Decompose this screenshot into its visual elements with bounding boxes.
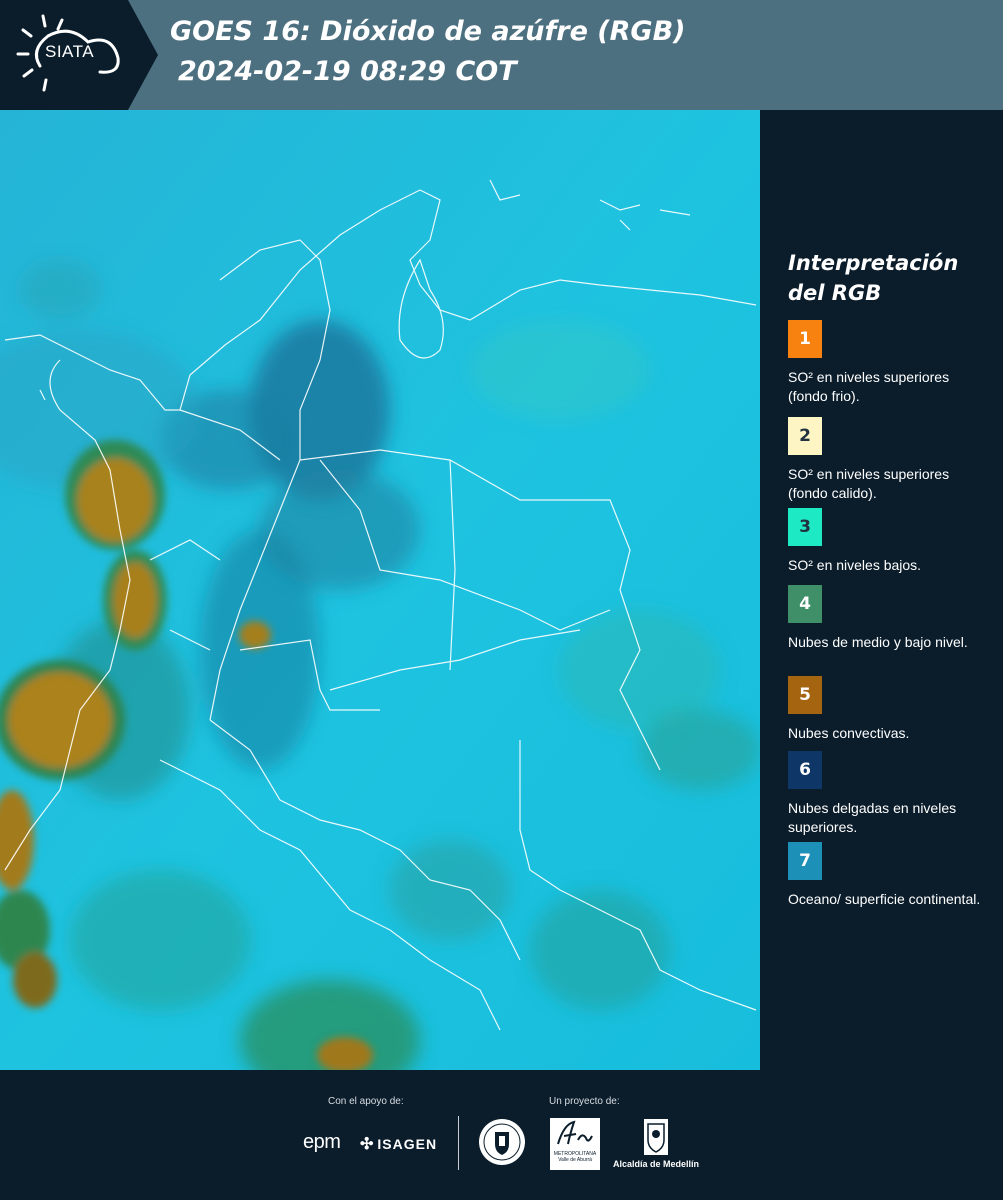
legend-swatch-3: 3 [788, 508, 822, 546]
legend-item-3: 3 SO² en niveles bajos. [788, 508, 988, 575]
legend-title-line1: Interpretación [788, 251, 959, 275]
legend-item-1: 1 SO² en niveles superiores (fondo frio)… [788, 320, 988, 406]
legend-desc-6: Nubes delgadas en niveles superiores. [788, 800, 957, 835]
legend-swatch-2: 2 [788, 417, 822, 455]
legend-title: Interpretación del RGB [788, 248, 988, 308]
legend-desc-2: SO² en niveles superiores (fondo calido)… [788, 466, 950, 501]
isagen-logo: ✣ ISAGEN [360, 1134, 437, 1154]
legend-swatch-7: 7 [788, 842, 822, 880]
area-metropolitana-text: METROPOLITANA Valle de Aburrá [551, 1151, 599, 1163]
epm-logo: epm [303, 1131, 341, 1153]
area-line2: Valle de Aburrá [558, 1157, 592, 1163]
legend-panel: Interpretación del RGB 1 SO² en niveles … [760, 110, 1003, 1070]
isagen-mark-icon: ✣ [360, 1136, 375, 1153]
footer-divider [458, 1116, 459, 1170]
legend-swatch-5: 5 [788, 676, 822, 714]
isagen-text: ISAGEN [377, 1136, 438, 1152]
logo-text: SIATA [45, 42, 95, 61]
legend-swatch-6: 6 [788, 751, 822, 789]
siata-logo: SIATA [0, 0, 160, 110]
project-label: Un proyecto de: [549, 1096, 620, 1107]
legend-desc-4: Nubes de medio y bajo nivel. [788, 634, 968, 650]
legend-item-7: 7 Oceano/ superficie continental. [788, 842, 988, 909]
medellin-seal-icon [479, 1119, 525, 1165]
header-bar: SIATA GOES 16: Dióxido de azúfre (RGB) 2… [0, 0, 1003, 110]
alcaldia-text: Alcaldía de Medellín [613, 1159, 700, 1169]
legend-item-6: 6 Nubes delgadas en niveles superiores. [788, 751, 988, 837]
legend-desc-3: SO² en niveles bajos. [788, 557, 922, 573]
legend-swatch-1: 1 [788, 320, 822, 358]
legend-desc-1: SO² en niveles superiores (fondo frio). [788, 369, 950, 404]
legend-item-5: 5 Nubes convectivas. [788, 676, 988, 743]
legend-desc-5: Nubes convectivas. [788, 725, 910, 741]
legend-title-line2: del RGB [788, 281, 882, 305]
footer: Con el apoyo de: Un proyecto de: epm ✣ IS… [0, 1070, 1003, 1200]
timestamp: 2024-02-19 08:29 COT [178, 56, 517, 87]
legend-desc-7: Oceano/ superficie continental. [788, 891, 981, 907]
legend-item-4: 4 Nubes de medio y bajo nivel. [788, 585, 988, 652]
page-title: GOES 16: Dióxido de azúfre (RGB) [170, 16, 686, 47]
alcaldia-shield-icon [644, 1119, 668, 1155]
support-label: Con el apoyo de: [328, 1096, 404, 1107]
legend-item-2: 2 SO² en niveles superiores (fondo calid… [788, 417, 988, 505]
satellite-map [0, 110, 760, 1070]
legend-swatch-4: 4 [788, 585, 822, 623]
area-script-icon [557, 1120, 593, 1145]
